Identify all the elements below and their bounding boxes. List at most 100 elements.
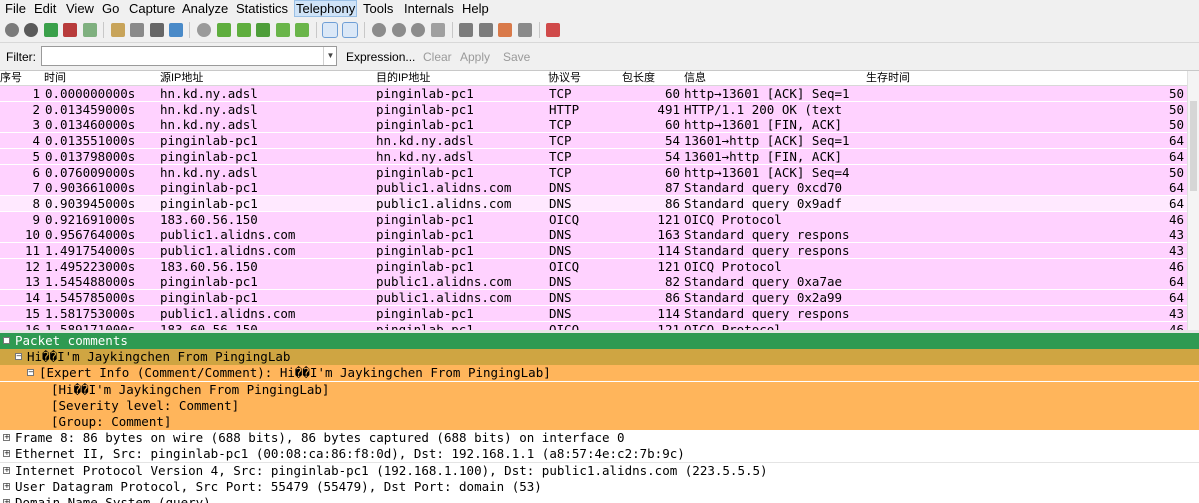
detail-tree-item[interactable]: + Domain Name System (query) bbox=[0, 495, 1199, 503]
table-row[interactable]: 11 1.491754000s public1.alidns.com pinginla… bbox=[0, 243, 1188, 259]
normal-size-icon[interactable] bbox=[411, 23, 425, 37]
table-row[interactable]: 16 1.589171000s 183.60.56.150 pinginlab-pc1… bbox=[0, 321, 1188, 330]
interfaces-icon[interactable] bbox=[5, 23, 19, 37]
go-to-packet-icon[interactable] bbox=[256, 23, 270, 37]
table-row[interactable]: 10 0.956764000s public1.alidns.com pinginla… bbox=[0, 227, 1188, 244]
menu-internals[interactable]: Internals bbox=[403, 1, 455, 16]
expand-icon[interactable]: + bbox=[3, 434, 10, 442]
go-last-icon[interactable] bbox=[295, 23, 309, 37]
column-header-info[interactable]: 信息 bbox=[684, 71, 706, 85]
reload-icon[interactable] bbox=[169, 23, 183, 37]
expression-button[interactable]: Expression... bbox=[346, 50, 415, 64]
menu-bar: File Edit View Go Capture Analyze Statis… bbox=[0, 0, 1199, 18]
expand-icon[interactable]: + bbox=[3, 466, 10, 474]
column-header-length[interactable]: 包长度 bbox=[622, 71, 655, 85]
table-row[interactable]: 3 0.013460000s hn.kd.ny.adsl pinginlab-pc1 T… bbox=[0, 117, 1188, 134]
apply-button[interactable]: Apply bbox=[460, 50, 490, 64]
detail-tree-item[interactable]: [Hi��I'm Jaykingchen From PingingLab] bbox=[0, 381, 1199, 398]
column-header-destination[interactable]: 目的IP地址 bbox=[376, 71, 430, 85]
cell-protocol: DNS bbox=[549, 274, 572, 290]
cell-length: 163 bbox=[657, 227, 680, 243]
detail-tree-item[interactable]: + Internet Protocol Version 4, Src: pingi… bbox=[0, 462, 1199, 480]
column-header-no[interactable]: 序号 bbox=[0, 71, 22, 85]
expand-icon[interactable]: + bbox=[3, 499, 10, 503]
detail-tree-item[interactable]: − Hi��I'm Jaykingchen From PingingLab bbox=[0, 349, 1199, 366]
table-row[interactable]: 2 0.013459000s hn.kd.ny.adsl pinginlab-pc1 H… bbox=[0, 101, 1188, 118]
resize-columns-icon[interactable] bbox=[431, 23, 445, 37]
preferences-icon[interactable] bbox=[518, 23, 532, 37]
stop-capture-icon[interactable] bbox=[63, 23, 77, 37]
cell-destination: public1.alidns.com bbox=[376, 180, 512, 196]
coloring-rules-icon[interactable] bbox=[498, 23, 512, 37]
expand-icon[interactable]: + bbox=[3, 482, 10, 490]
table-row[interactable]: 14 1.545785000s pinginlab-pc1 public1.alidn… bbox=[0, 290, 1188, 307]
close-file-icon[interactable] bbox=[150, 23, 164, 37]
column-header-time[interactable]: 时间 bbox=[44, 71, 66, 85]
table-row[interactable]: 5 0.013798000s pinginlab-pc1 hn.kd.ny.adsl T… bbox=[0, 148, 1188, 165]
detail-tree-item[interactable]: − [Expert Info (Comment/Comment): Hi��I'm… bbox=[0, 365, 1199, 382]
detail-tree-item[interactable]: + User Datagram Protocol, Src Port: 55479… bbox=[0, 478, 1199, 496]
menu-analyze[interactable]: Analyze bbox=[181, 1, 229, 16]
collapse-icon[interactable]: − bbox=[27, 369, 34, 377]
find-packet-icon[interactable] bbox=[197, 23, 211, 37]
cell-ttl: 46 bbox=[1168, 258, 1184, 274]
options-icon[interactable] bbox=[24, 23, 38, 37]
detail-tree-item[interactable]: + Ethernet II, Src: pinginlab-pc1 (00:08:… bbox=[0, 446, 1199, 464]
menu-help[interactable]: Help bbox=[461, 1, 490, 16]
menu-go[interactable]: Go bbox=[101, 1, 120, 16]
menu-tools[interactable]: Tools bbox=[362, 1, 394, 16]
column-header-source[interactable]: 源IP地址 bbox=[160, 71, 203, 85]
detail-tree-item[interactable]: [Severity level: Comment] bbox=[0, 397, 1199, 414]
table-row[interactable]: 9 0.921691000s 183.60.56.150 pinginlab-pc1 O… bbox=[0, 211, 1188, 228]
table-row[interactable]: 6 0.076009000s hn.kd.ny.adsl pinginlab-pc1 T… bbox=[0, 164, 1188, 181]
expand-icon[interactable]: + bbox=[3, 450, 10, 458]
packet-list-scrollbar[interactable] bbox=[1187, 71, 1199, 330]
column-header-protocol[interactable]: 协议号 bbox=[548, 71, 581, 85]
menu-edit[interactable]: Edit bbox=[33, 1, 57, 16]
cell-protocol: DNS bbox=[549, 243, 572, 258]
packet-list[interactable]: 序号 时间 源IP地址 目的IP地址 协议号 包长度 信息 生存时间 1 0.00… bbox=[0, 71, 1199, 330]
collapse-icon[interactable]: − bbox=[3, 337, 10, 344]
help-icon[interactable] bbox=[546, 23, 560, 37]
table-row[interactable]: 7 0.903661000s pinginlab-pc1 public1.alidns… bbox=[0, 180, 1188, 197]
zoom-in-icon[interactable] bbox=[372, 23, 386, 37]
collapse-icon[interactable]: − bbox=[15, 353, 22, 361]
menu-telephony[interactable]: Telephony bbox=[294, 0, 358, 17]
table-row[interactable]: 1 0.000000000s hn.kd.ny.adsl pinginlab-pc1 T… bbox=[0, 86, 1188, 102]
go-first-icon[interactable] bbox=[276, 23, 290, 37]
table-row[interactable]: 8 0.903945000s pinginlab-pc1 public1.alidns… bbox=[0, 195, 1188, 212]
table-row[interactable]: 13 1.545488000s pinginlab-pc1 public1.alidn… bbox=[0, 274, 1188, 291]
filter-input[interactable] bbox=[41, 46, 337, 66]
open-file-icon[interactable] bbox=[111, 23, 125, 37]
scrollbar-thumb[interactable] bbox=[1190, 101, 1197, 191]
display-filters-icon[interactable] bbox=[479, 23, 493, 37]
colorize-icon[interactable] bbox=[322, 22, 338, 38]
detail-tree-item[interactable]: + Frame 8: 86 bytes on wire (688 bits), 8… bbox=[0, 430, 1199, 448]
save-file-icon[interactable] bbox=[130, 23, 144, 37]
menu-file[interactable]: File bbox=[4, 1, 27, 16]
go-back-icon[interactable] bbox=[217, 23, 231, 37]
chevron-down-icon[interactable]: ▼ bbox=[323, 47, 337, 65]
detail-tree-item[interactable]: − Packet comments bbox=[0, 333, 1199, 349]
packet-list-header: 序号 时间 源IP地址 目的IP地址 协议号 包长度 信息 生存时间 bbox=[0, 71, 1188, 86]
menu-capture[interactable]: Capture bbox=[128, 1, 176, 16]
capture-filters-icon[interactable] bbox=[459, 23, 473, 37]
start-capture-icon[interactable] bbox=[44, 23, 58, 37]
column-header-ttl[interactable]: 生存时间 bbox=[866, 71, 910, 85]
zoom-out-icon[interactable] bbox=[392, 23, 406, 37]
save-button[interactable]: Save bbox=[503, 50, 530, 64]
menu-view[interactable]: View bbox=[65, 1, 95, 16]
menu-statistics[interactable]: Statistics bbox=[235, 1, 289, 16]
detail-tree-item[interactable]: [Group: Comment] bbox=[0, 414, 1199, 430]
restart-capture-icon[interactable] bbox=[83, 23, 97, 37]
packet-details: − Packet comments − Hi��I'm Jaykingchen Fro… bbox=[0, 333, 1199, 503]
auto-scroll-icon[interactable] bbox=[342, 22, 358, 38]
cell-protocol: DNS bbox=[549, 305, 572, 321]
clear-button[interactable]: Clear bbox=[423, 50, 452, 64]
table-row[interactable]: 15 1.581753000s public1.alidns.com pinginla… bbox=[0, 305, 1188, 322]
cell-time: 1.545488000s bbox=[45, 274, 136, 290]
cell-ttl: 43 bbox=[1168, 243, 1184, 258]
table-row[interactable]: 12 1.495223000s 183.60.56.150 pinginlab-pc1… bbox=[0, 258, 1188, 275]
go-forward-icon[interactable] bbox=[237, 23, 251, 37]
table-row[interactable]: 4 0.013551000s pinginlab-pc1 hn.kd.ny.adsl T… bbox=[0, 133, 1188, 150]
